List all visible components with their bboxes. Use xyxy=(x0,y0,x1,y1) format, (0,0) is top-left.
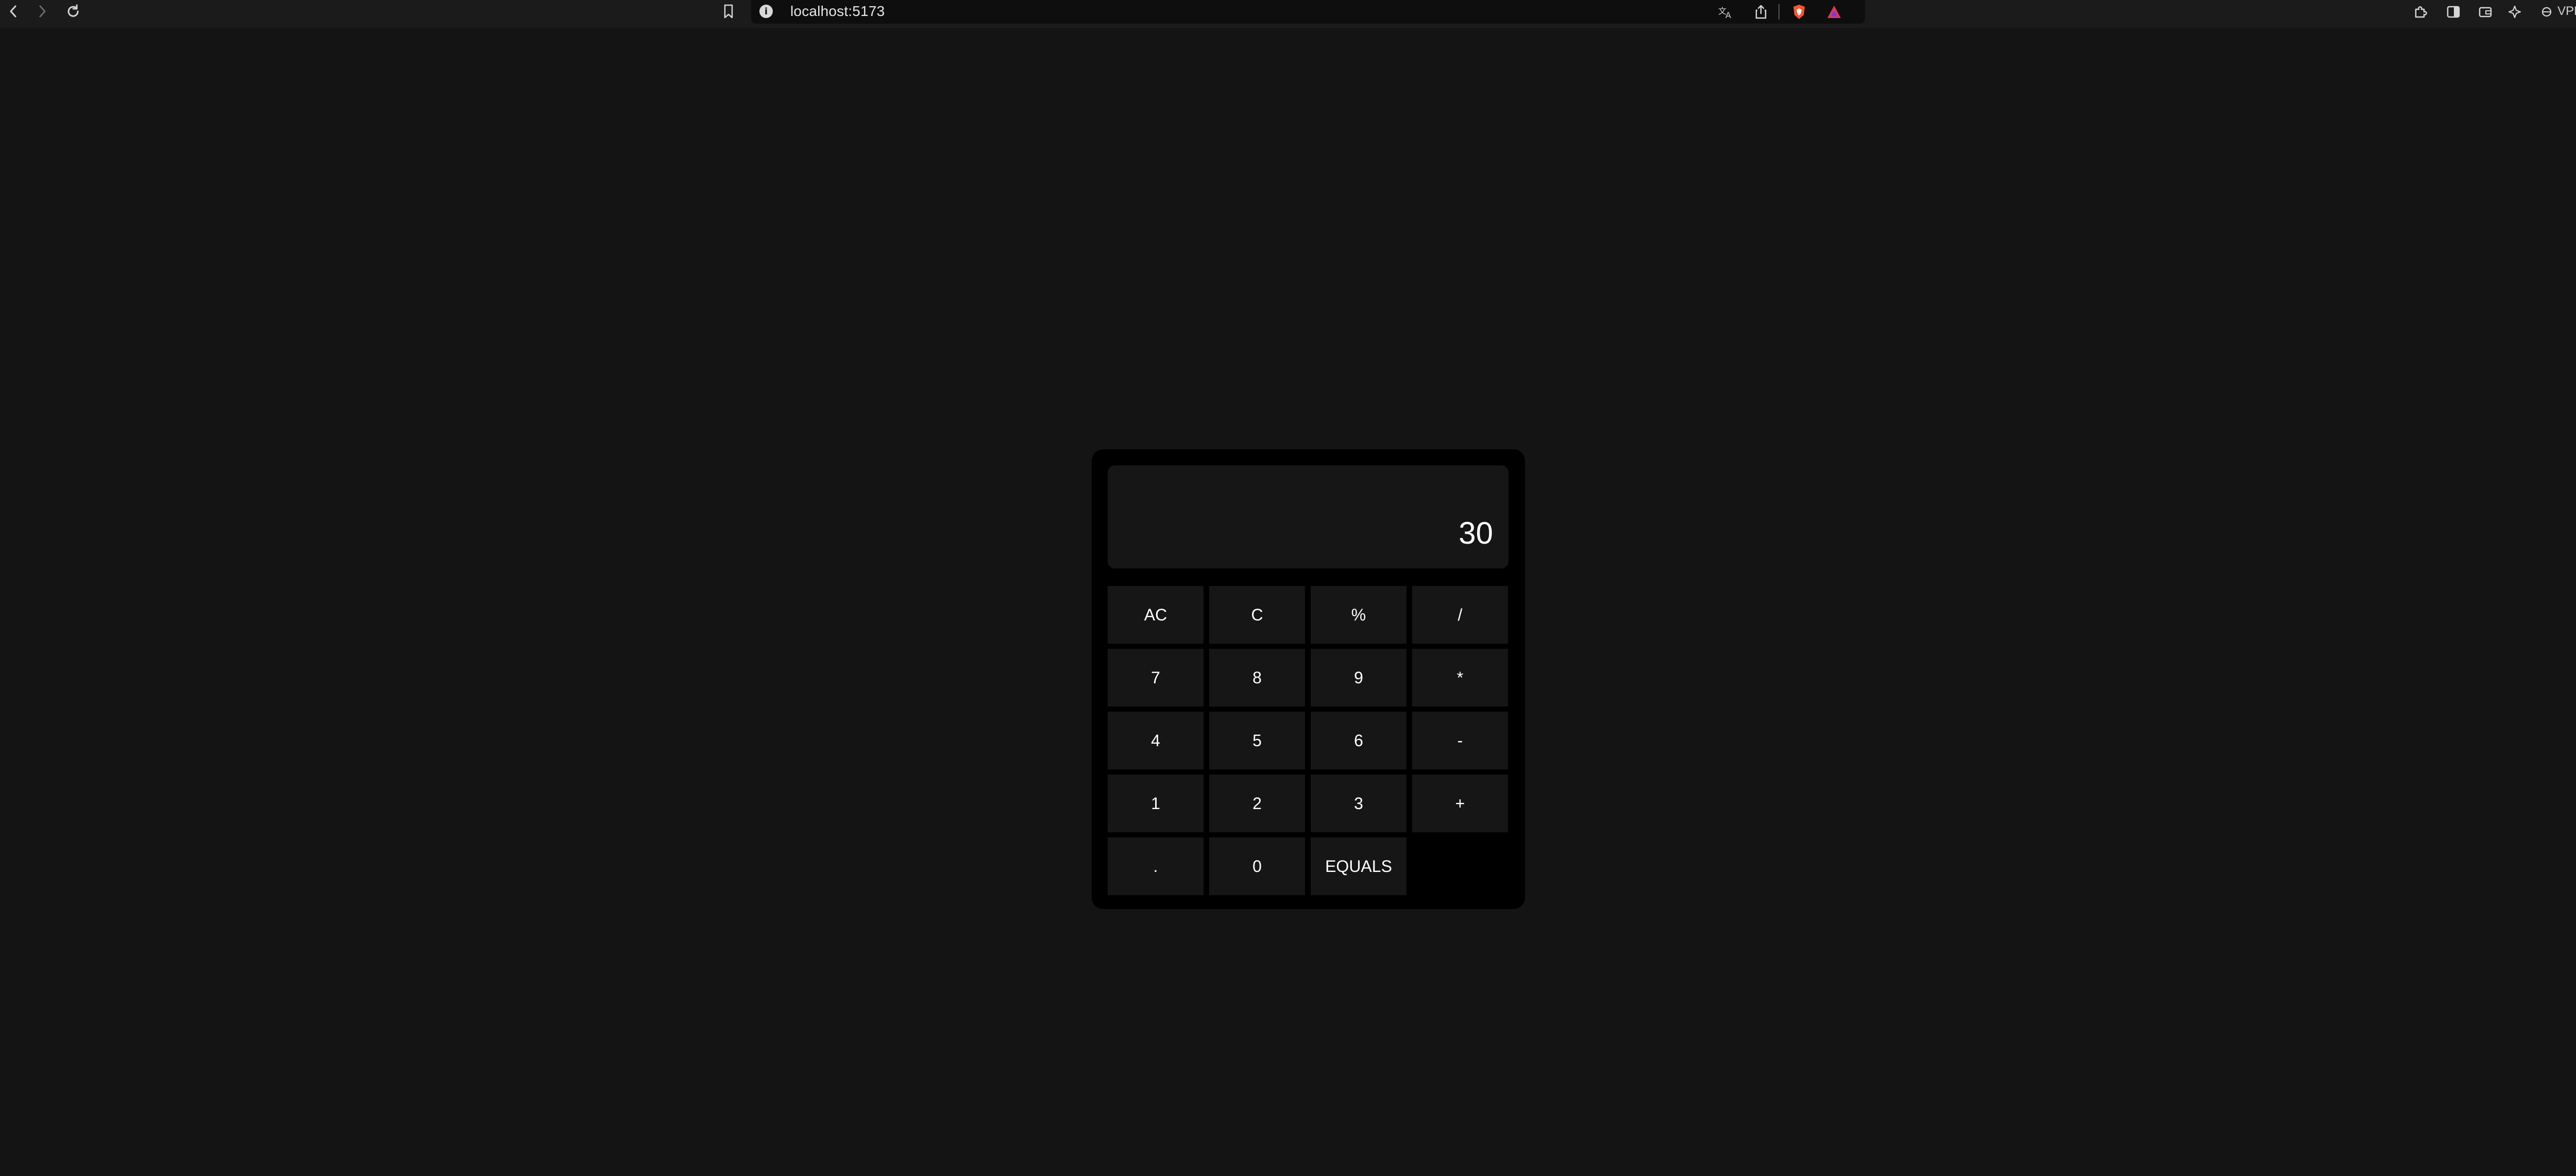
svg-text:A: A xyxy=(1725,10,1731,19)
digit-1-button[interactable]: 1 xyxy=(1108,775,1204,832)
share-icon[interactable] xyxy=(1752,2,1770,22)
digit-9-button[interactable]: 9 xyxy=(1311,649,1406,707)
decimal-button[interactable]: . xyxy=(1108,837,1204,895)
display-value: 30 xyxy=(1459,516,1493,550)
extensions-icon[interactable] xyxy=(2411,2,2430,22)
equals-button[interactable]: EQUALS xyxy=(1311,837,1406,895)
add-button[interactable]: + xyxy=(1412,775,1508,832)
translate-icon[interactable]: 文A xyxy=(1716,2,1736,22)
address-bar[interactable] xyxy=(751,0,1865,24)
all-clear-button[interactable]: AC xyxy=(1108,586,1204,644)
vpn-label[interactable]: VPN xyxy=(2557,2,2576,21)
wallet-icon[interactable] xyxy=(2476,2,2495,22)
brave-shields-icon[interactable] xyxy=(1789,2,1809,22)
vpn-icon[interactable] xyxy=(2539,2,2554,22)
digit-3-button[interactable]: 3 xyxy=(1311,775,1406,832)
url-text[interactable]: localhost:5173 xyxy=(790,2,885,21)
leo-ai-icon[interactable] xyxy=(2506,2,2524,22)
digit-6-button[interactable]: 6 xyxy=(1311,712,1406,769)
clear-button[interactable]: C xyxy=(1209,586,1305,644)
bookmark-icon[interactable] xyxy=(719,0,738,23)
sidebar-icon[interactable] xyxy=(2444,2,2463,22)
calculator-display: 30 xyxy=(1108,465,1509,568)
address-separator xyxy=(1778,4,1780,20)
multiply-button[interactable]: * xyxy=(1412,649,1508,707)
digit-0-button[interactable]: 0 xyxy=(1209,837,1305,895)
percent-button[interactable]: % xyxy=(1311,586,1406,644)
calculator: 30 AC C % / 7 8 9 * 4 5 6 - 1 2 3 + . 0 … xyxy=(1092,449,1525,909)
browser-toolbar: i localhost:5173 文A VPN xyxy=(0,0,2576,28)
digit-2-button[interactable]: 2 xyxy=(1209,775,1305,832)
brave-rewards-icon[interactable] xyxy=(1824,2,1844,22)
keypad: AC C % / 7 8 9 * 4 5 6 - 1 2 3 + . 0 EQU… xyxy=(1108,586,1509,895)
reload-icon[interactable] xyxy=(63,0,83,23)
forward-icon[interactable] xyxy=(33,0,52,23)
back-icon[interactable] xyxy=(4,0,23,23)
digit-5-button[interactable]: 5 xyxy=(1209,712,1305,769)
digit-8-button[interactable]: 8 xyxy=(1209,649,1305,707)
digit-4-button[interactable]: 4 xyxy=(1108,712,1204,769)
divide-button[interactable]: / xyxy=(1412,586,1508,644)
subtract-button[interactable]: - xyxy=(1412,712,1508,769)
site-info-icon[interactable]: i xyxy=(759,5,773,18)
digit-7-button[interactable]: 7 xyxy=(1108,649,1204,707)
